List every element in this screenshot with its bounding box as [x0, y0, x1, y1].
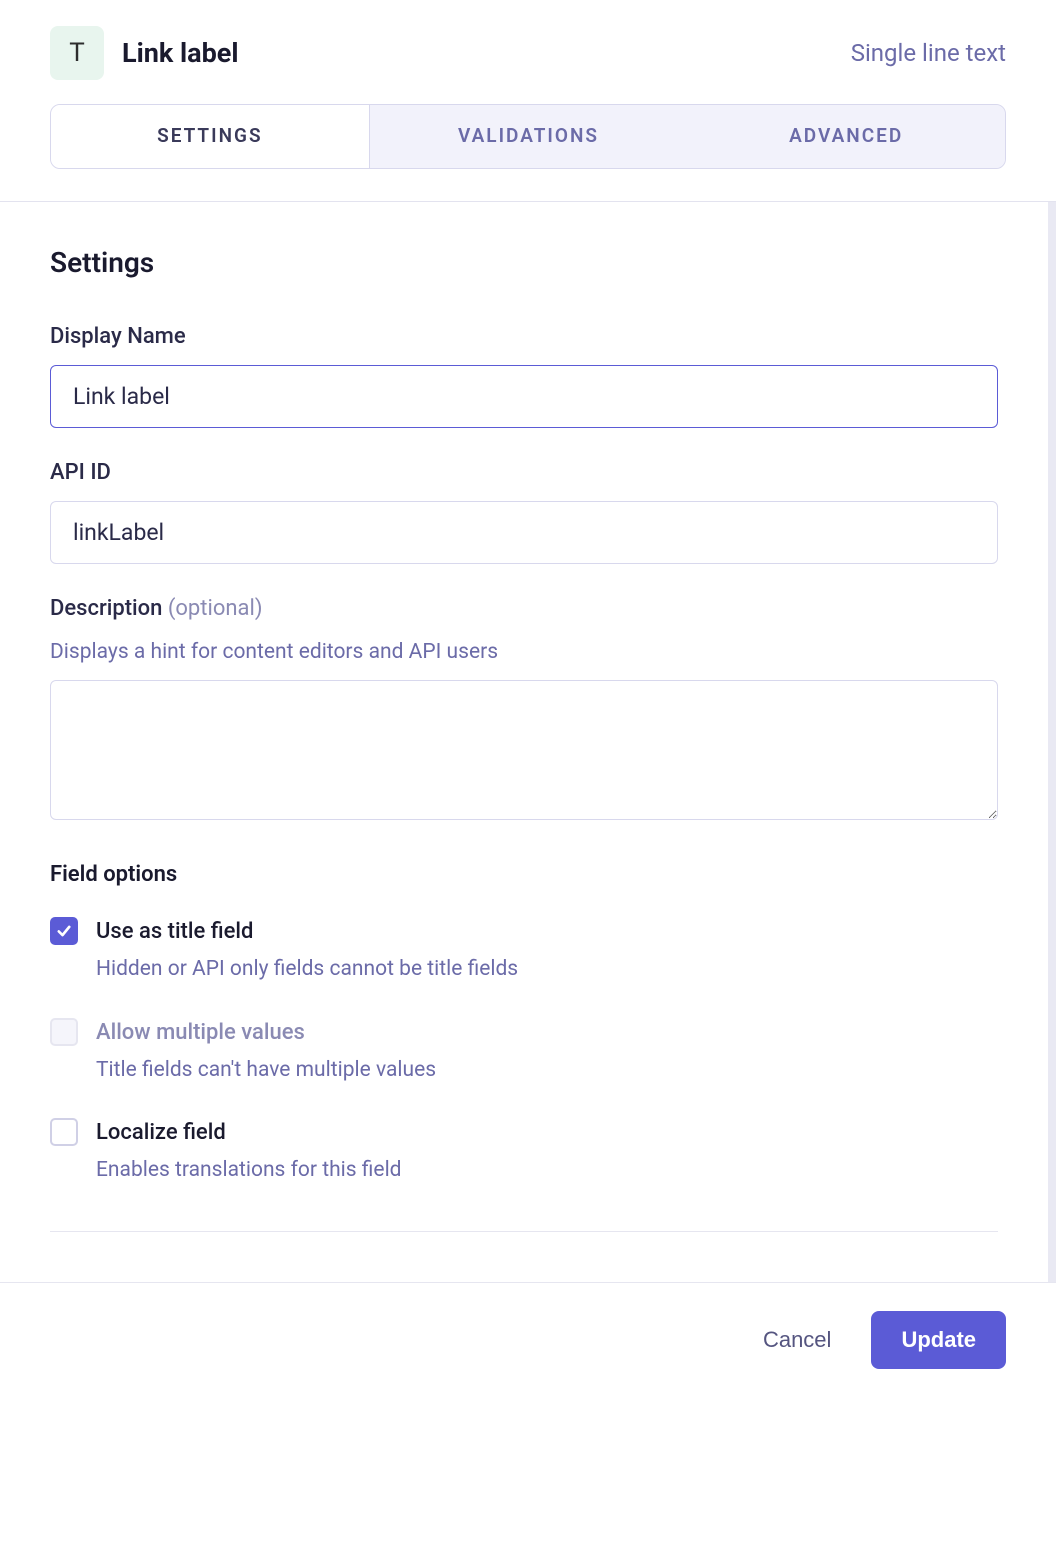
- description-optional-tag: (optional): [168, 596, 263, 621]
- section-title: Settings: [50, 242, 998, 284]
- section-divider: [50, 1231, 998, 1232]
- allow-multiple-label: Allow multiple values: [96, 1016, 998, 1049]
- use-as-title-label: Use as title field: [96, 915, 998, 948]
- field-type-icon: T: [50, 26, 104, 80]
- allow-multiple-desc: Title fields can't have multiple values: [96, 1055, 998, 1087]
- use-as-title-desc: Hidden or API only fields cannot be titl…: [96, 954, 998, 986]
- api-id-input[interactable]: [50, 501, 998, 564]
- page-title: Link label: [122, 33, 239, 74]
- display-name-label: Display Name: [50, 320, 998, 353]
- field-options-title: Field options: [50, 858, 998, 891]
- tab-advanced[interactable]: ADVANCED: [687, 105, 1005, 168]
- api-id-label: API ID: [50, 456, 998, 489]
- localize-label: Localize field: [96, 1116, 998, 1149]
- modal-footer: Cancel Update: [0, 1282, 1056, 1397]
- use-as-title-checkbox[interactable]: [50, 917, 78, 945]
- description-label: Description (optional): [50, 592, 998, 625]
- tab-validations[interactable]: VALIDATIONS: [370, 105, 688, 168]
- allow-multiple-checkbox: [50, 1018, 78, 1046]
- display-name-input[interactable]: [50, 365, 998, 428]
- description-hint: Displays a hint for content editors and …: [50, 637, 998, 669]
- localize-checkbox[interactable]: [50, 1118, 78, 1146]
- description-label-text: Description: [50, 596, 162, 621]
- modal-header: T Link label Single line text: [0, 0, 1056, 104]
- update-button[interactable]: Update: [871, 1311, 1006, 1369]
- localize-desc: Enables translations for this field: [96, 1155, 998, 1187]
- settings-panel: Settings Display Name API ID Description…: [0, 202, 1056, 1282]
- cancel-button[interactable]: Cancel: [763, 1327, 831, 1353]
- field-type-label: Single line text: [851, 35, 1006, 71]
- tab-settings[interactable]: SETTINGS: [51, 105, 370, 168]
- check-icon: [55, 922, 73, 940]
- description-textarea[interactable]: [50, 680, 998, 820]
- tab-bar: SETTINGS VALIDATIONS ADVANCED: [50, 104, 1006, 169]
